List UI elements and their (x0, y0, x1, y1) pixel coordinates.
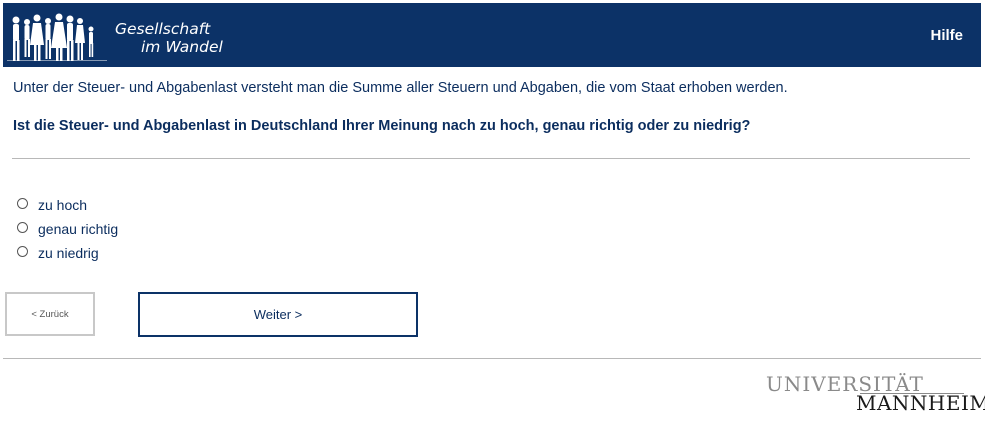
answer-options: zu hoch genau richtig zu niedrig (17, 193, 118, 265)
option-label: zu hoch (38, 197, 88, 213)
next-button[interactable]: Weiter > (138, 292, 418, 337)
divider (12, 158, 970, 159)
radio-button[interactable] (17, 197, 28, 209)
logo-text: Gesellschaft im Wandel (115, 20, 223, 56)
option-zu-niedrig[interactable]: zu niedrig (17, 241, 118, 265)
option-label: genau richtig (38, 221, 119, 237)
gesellschaft-im-wandel-logo: Gesellschaft im Wandel (7, 7, 237, 65)
radio-button[interactable] (17, 221, 28, 233)
header-banner: Gesellschaft im Wandel Hilfe (3, 3, 981, 67)
logo-line-2: im Wandel (141, 38, 223, 56)
footer-divider (3, 358, 981, 359)
university-line-2: MANNHEIM (856, 391, 985, 415)
people-silhouettes-icon (7, 13, 107, 61)
option-zu-hoch[interactable]: zu hoch (17, 193, 118, 217)
option-genau-richtig[interactable]: genau richtig (17, 217, 118, 241)
option-label: zu niedrig (38, 245, 99, 261)
question-text: Ist die Steuer- und Abgabenlast in Deuts… (13, 118, 751, 134)
intro-text: Unter der Steuer- und Abgabenlast verste… (13, 80, 788, 96)
radio-button[interactable] (17, 245, 28, 257)
back-button[interactable]: < Zurück (5, 292, 95, 336)
universitaet-mannheim-logo: UNIVERSITÄT MANNHEIM (766, 372, 985, 415)
help-link[interactable]: Hilfe (930, 27, 963, 44)
logo-line-1: Gesellschaft (115, 20, 211, 38)
